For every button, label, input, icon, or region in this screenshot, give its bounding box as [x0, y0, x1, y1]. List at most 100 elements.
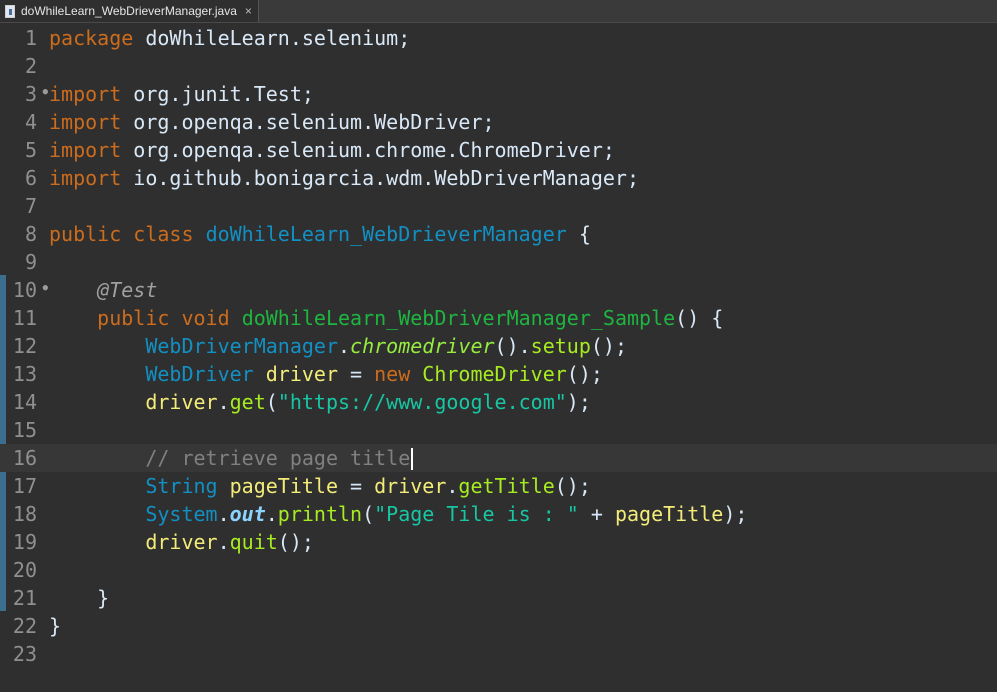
- code-token: package: [49, 26, 134, 50]
- code-line[interactable]: 10 ● @Test: [0, 276, 997, 304]
- code-token: ();: [590, 334, 627, 358]
- line-number: 8: [24, 222, 37, 246]
- code-token: org.openqa.selenium.WebDriver;: [121, 110, 495, 134]
- code-token: doWhileLearn_WebDriverManager_Sample: [241, 306, 676, 330]
- text-caret: [411, 448, 414, 471]
- code-token: "https://www.google.com": [277, 390, 567, 414]
- code-editor[interactable]: 1 package doWhileLearn.selenium; 2 3 ● import…: [0, 23, 997, 692]
- code-token: (: [265, 390, 278, 414]
- code-line[interactable]: 3 ● import org.junit.Test;: [0, 80, 997, 108]
- code-text: package doWhileLearn.selenium;: [37, 26, 410, 50]
- code-token: pageTitle: [229, 474, 338, 498]
- code-token: .: [217, 530, 230, 554]
- editor-tab[interactable]: doWhileLearn_WebDrieverManager.java ×: [0, 0, 259, 22]
- line-number: 14: [12, 390, 37, 414]
- code-token: setup: [530, 334, 591, 358]
- line-number: 12: [12, 334, 37, 358]
- code-token: ChromeDriver: [422, 362, 567, 386]
- code-line[interactable]: 1 package doWhileLearn.selenium;: [0, 24, 997, 52]
- code-line[interactable]: 16 // retrieve page title: [0, 444, 997, 472]
- code-token: "Page Tile is : ": [374, 502, 579, 526]
- fold-toggle-icon[interactable]: ●: [43, 87, 48, 97]
- line-number: 16: [12, 446, 37, 470]
- code-token: driver: [145, 390, 218, 414]
- code-line[interactable]: 13 WebDriver driver = new ChromeDriver()…: [0, 360, 997, 388]
- line-number: 11: [12, 306, 37, 330]
- code-line[interactable]: 11 public void doWhileLearn_WebDriverMan…: [0, 304, 997, 332]
- code-token: {: [566, 222, 591, 246]
- code-text: @Test: [37, 278, 157, 302]
- fold-toggle-icon[interactable]: ●: [43, 283, 48, 293]
- code-line[interactable]: 9: [0, 248, 997, 276]
- code-token: quit: [229, 530, 278, 554]
- code-token: driver: [145, 530, 218, 554]
- line-number: 17: [12, 474, 37, 498]
- code-line[interactable]: 2: [0, 52, 997, 80]
- editor-tab-bar: doWhileLearn_WebDrieverManager.java ×: [0, 0, 997, 23]
- code-text: public void doWhileLearn_WebDriverManage…: [37, 306, 723, 330]
- code-token: get: [229, 390, 266, 414]
- code-line[interactable]: 14 driver.get("https://www.google.com");: [0, 388, 997, 416]
- code-line[interactable]: 17 String pageTitle = driver.getTitle();: [0, 472, 997, 500]
- line-number: 19: [12, 530, 37, 554]
- code-text: WebDriver driver = new ChromeDriver();: [37, 362, 603, 386]
- code-text: }: [37, 614, 61, 638]
- code-line[interactable]: 15: [0, 416, 997, 444]
- code-token: driver: [265, 362, 338, 386]
- code-token: ();: [554, 474, 591, 498]
- code-token: driver: [374, 474, 447, 498]
- line-number: 2: [24, 54, 37, 78]
- close-icon[interactable]: ×: [245, 4, 252, 18]
- code-token: public: [97, 306, 170, 330]
- line-number: 22: [12, 614, 37, 638]
- code-line[interactable]: 21 }: [0, 584, 997, 612]
- tab-title: doWhileLearn_WebDrieverManager.java: [21, 4, 237, 18]
- code-token: =: [338, 474, 375, 498]
- code-line[interactable]: 22}: [0, 612, 997, 640]
- code-token: org.openqa.selenium.chrome.ChromeDriver;: [121, 138, 615, 162]
- code-token: new: [374, 362, 411, 386]
- line-number: 21: [12, 586, 37, 610]
- code-text: WebDriverManager.chromedriver().setup();: [37, 334, 627, 358]
- line-number: 3 ●: [24, 82, 48, 106]
- code-line[interactable]: 5 import org.openqa.selenium.chrome.Chrom…: [0, 136, 997, 164]
- code-text: String pageTitle = driver.getTitle();: [37, 474, 591, 498]
- code-line[interactable]: 8 public class doWhileLearn_WebDrieverMan…: [0, 220, 997, 248]
- line-number: 18: [12, 502, 37, 526]
- code-token: class: [133, 222, 194, 246]
- line-number: 13: [12, 362, 37, 386]
- code-token: .: [217, 390, 230, 414]
- line-number: 15: [12, 418, 37, 442]
- code-token: doWhileLearn.selenium;: [133, 26, 411, 50]
- code-token: ();: [566, 362, 603, 386]
- code-line[interactable]: 23: [0, 640, 997, 668]
- code-line[interactable]: 7: [0, 192, 997, 220]
- code-token: WebDriver: [145, 362, 254, 386]
- line-number: 23: [12, 642, 37, 666]
- code-text: public class doWhileLearn_WebDrieverMana…: [37, 222, 591, 246]
- code-token: String: [145, 474, 218, 498]
- code-line[interactable]: 4 import org.openqa.selenium.WebDriver;: [0, 108, 997, 136]
- code-token: import: [49, 110, 122, 134]
- code-line[interactable]: 6 import io.github.bonigarcia.wdm.WebDriv…: [0, 164, 997, 192]
- code-line[interactable]: 20: [0, 556, 997, 584]
- code-line[interactable]: 18 System.out.println("Page Tile is : " …: [0, 500, 997, 528]
- code-text: // retrieve page title: [37, 446, 414, 471]
- code-token: +: [578, 502, 615, 526]
- code-line[interactable]: 12 WebDriverManager.chromedriver().setup…: [0, 332, 997, 360]
- code-line[interactable]: 19 driver.quit();: [0, 528, 997, 556]
- code-text: }: [37, 586, 109, 610]
